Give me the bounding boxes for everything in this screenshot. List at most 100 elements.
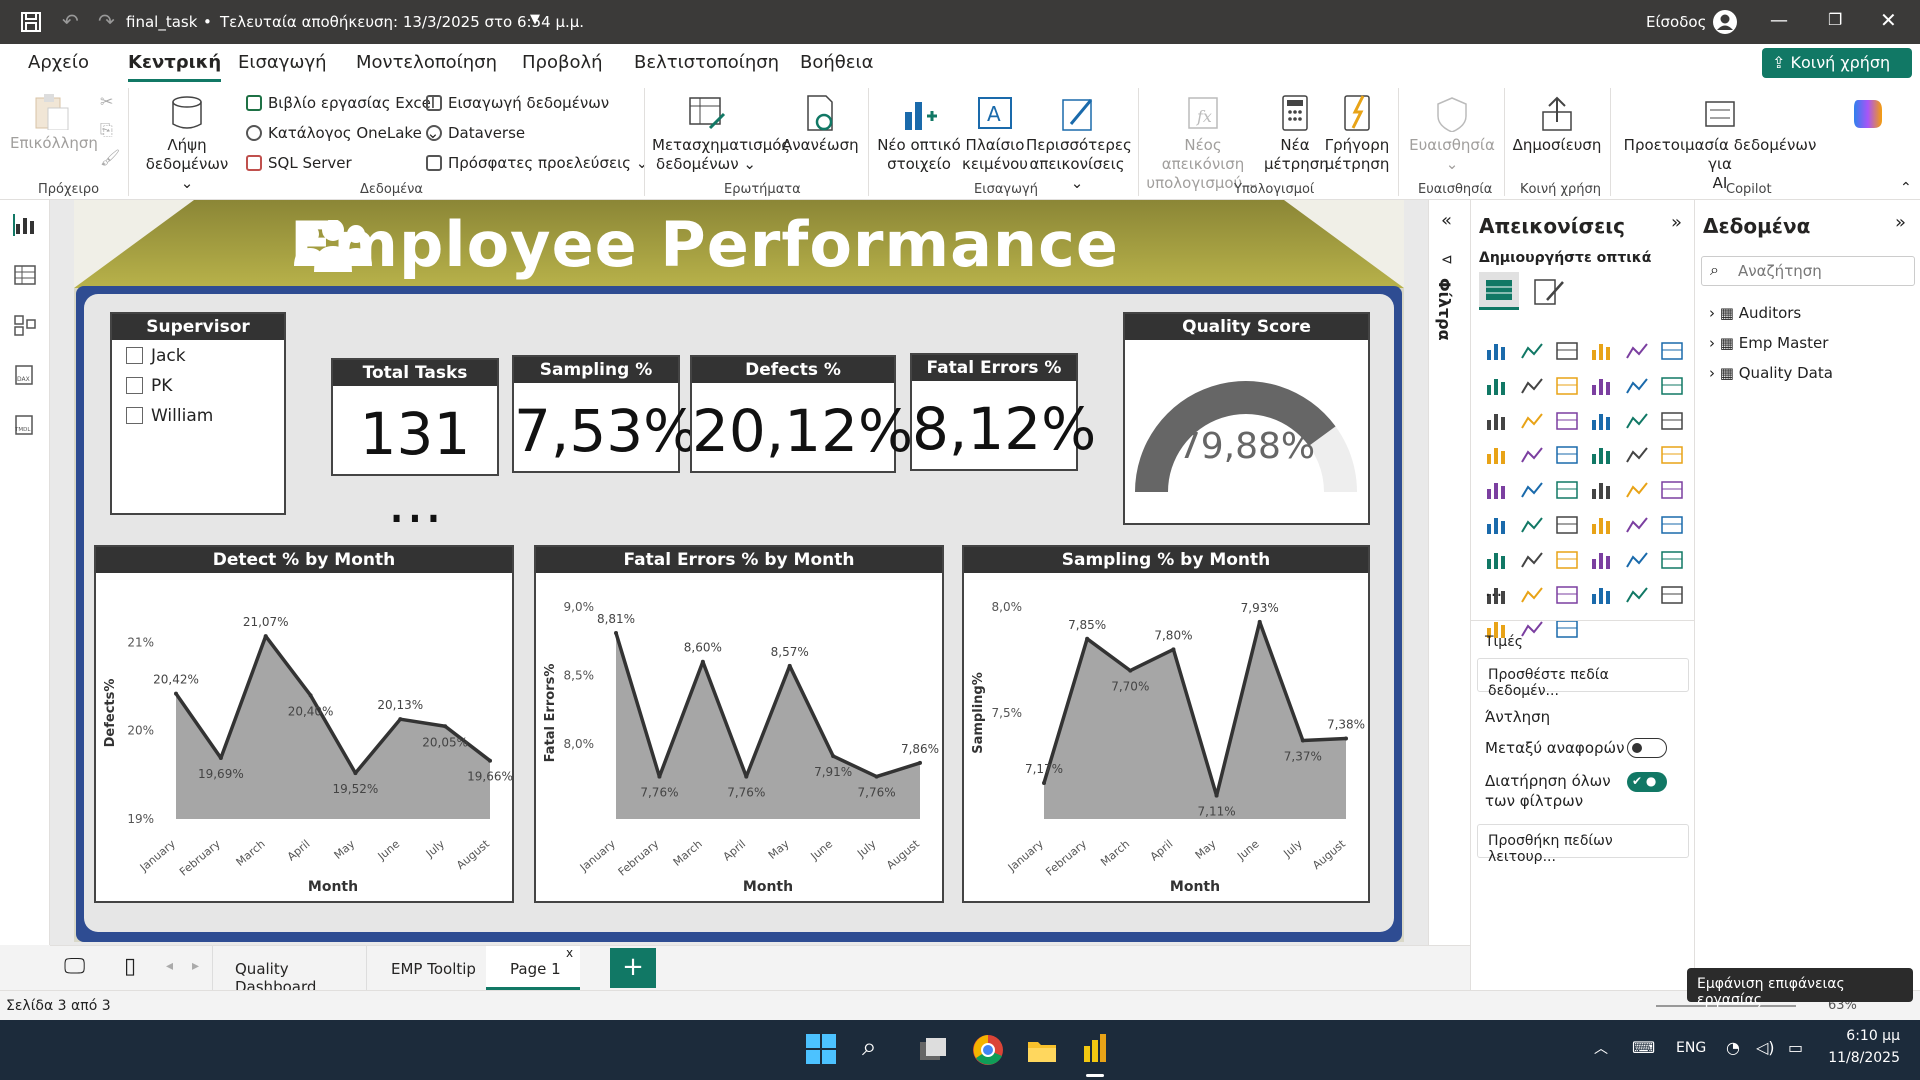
- visual-type-icon[interactable]: [1625, 375, 1649, 397]
- visual-type-icon[interactable]: [1485, 444, 1509, 466]
- data-point[interactable]: [1257, 619, 1262, 624]
- copy-icon[interactable]: ⎘: [100, 120, 113, 140]
- visual-type-icon[interactable]: [1625, 410, 1649, 432]
- tab-modeling[interactable]: Μοντελοποίηση: [356, 52, 497, 73]
- visual-type-icon[interactable]: [1625, 549, 1649, 571]
- visual-type-icon[interactable]: [1520, 375, 1544, 397]
- table-view-icon[interactable]: [13, 264, 37, 286]
- visual-type-icon[interactable]: [1660, 444, 1684, 466]
- cross-report-toggle[interactable]: [1627, 738, 1667, 758]
- data-point[interactable]: [218, 756, 223, 761]
- visual-type-icon[interactable]: [1660, 479, 1684, 501]
- clock-date[interactable]: 11/8/2025: [1816, 1050, 1900, 1066]
- dax-query-icon[interactable]: DAX: [13, 364, 37, 386]
- desktop-layout-icon[interactable]: 🖵: [64, 954, 85, 979]
- chart-fatal-errors-by-month[interactable]: Fatal Errors % by Month 8,0% 8,5% 9,0% 8,81…: [534, 545, 944, 903]
- collapse-ribbon-icon[interactable]: ⌃: [1900, 180, 1912, 196]
- close-button[interactable]: ✕: [1880, 8, 1897, 32]
- table-emp-master[interactable]: › ▦ Emp Master: [1709, 334, 1828, 352]
- page-tab[interactable]: EMP Tooltip: [366, 946, 486, 990]
- data-point[interactable]: [353, 771, 358, 776]
- visual-type-icon[interactable]: [1625, 479, 1649, 501]
- visual-type-icon[interactable]: [1485, 375, 1509, 397]
- sign-in-button[interactable]: Είσοδος: [1646, 13, 1706, 31]
- more-visuals-link[interactable]: ...: [1485, 580, 1502, 601]
- data-point[interactable]: [874, 774, 879, 779]
- tab-optimize[interactable]: Βελτιστοποίηση: [634, 52, 779, 73]
- visual-type-icon[interactable]: [1660, 584, 1684, 606]
- data-point[interactable]: [443, 724, 448, 729]
- drillthrough-well[interactable]: Προσθήκη πεδίων λειτουρ...: [1477, 824, 1689, 865]
- quick-measure-button[interactable]: Γρήγορη μέτρηση: [1324, 94, 1390, 174]
- data-point[interactable]: [1171, 647, 1176, 652]
- visual-type-icon[interactable]: [1520, 340, 1544, 362]
- data-point[interactable]: [1344, 736, 1348, 741]
- visual-type-icon[interactable]: [1485, 514, 1509, 536]
- visual-type-icon[interactable]: [1660, 514, 1684, 536]
- sql-server-button[interactable]: SQL Server: [246, 154, 352, 172]
- data-point[interactable]: [1214, 793, 1219, 798]
- account-icon[interactable]: [1712, 9, 1738, 35]
- add-page-button[interactable]: +: [610, 948, 656, 988]
- data-point[interactable]: [1300, 738, 1305, 743]
- slicer-item-jack[interactable]: Jack: [126, 346, 186, 366]
- data-point[interactable]: [831, 754, 836, 759]
- visual-type-icon[interactable]: [1625, 514, 1649, 536]
- format-painter-icon[interactable]: 🖌: [100, 148, 120, 167]
- page-tab[interactable]: Quality Dashboard: [212, 946, 366, 996]
- data-search-box[interactable]: ⌕ Αναζήτηση: [1701, 256, 1915, 286]
- visual-type-icon[interactable]: [1625, 584, 1649, 606]
- data-point[interactable]: [308, 693, 313, 698]
- visual-type-icon[interactable]: [1520, 618, 1544, 640]
- refresh-button[interactable]: Ανανέωση: [782, 94, 859, 155]
- visual-type-icon[interactable]: [1485, 479, 1509, 501]
- format-visual-icon[interactable]: [1533, 276, 1565, 306]
- visual-type-icon[interactable]: [1555, 549, 1579, 571]
- visual-type-icon[interactable]: [1625, 444, 1649, 466]
- model-view-icon[interactable]: [13, 314, 37, 336]
- kpi-fatal-errors[interactable]: Fatal Errors % 8,12%: [910, 353, 1096, 471]
- tab-insert[interactable]: Εισαγωγή: [238, 52, 327, 73]
- publish-button[interactable]: Δημοσίευση: [1508, 94, 1606, 155]
- redo-icon[interactable]: ↷: [98, 9, 115, 33]
- cut-icon[interactable]: ✂: [100, 92, 113, 111]
- visual-type-icon[interactable]: [1520, 584, 1544, 606]
- filters-pane-collapsed[interactable]: « Φίλτρα ⊲: [1428, 200, 1470, 945]
- get-data-button[interactable]: Λήψη δεδομένων ⌄: [140, 94, 234, 193]
- windows-start-icon[interactable]: [806, 1034, 836, 1064]
- data-point[interactable]: [657, 774, 662, 779]
- data-point[interactable]: [174, 691, 178, 696]
- visual-type-icon[interactable]: [1485, 410, 1509, 432]
- excel-workbook-button[interactable]: Βιβλίο εργασίας Excel: [246, 94, 435, 112]
- transform-data-button[interactable]: Μετασχηματισμός δεδομένων ⌄: [652, 94, 790, 174]
- kpi-defects[interactable]: Defects % 20,12%: [690, 355, 913, 473]
- data-point[interactable]: [488, 758, 492, 763]
- data-point[interactable]: [1085, 636, 1090, 641]
- visual-type-icon[interactable]: [1485, 340, 1509, 362]
- paste-button[interactable]: Επικόλληση: [10, 92, 98, 153]
- share-button[interactable]: ⇪ Κοινή χρήση ⌄: [1762, 48, 1912, 91]
- tab-file[interactable]: Αρχείο: [28, 52, 89, 73]
- power-bi-icon[interactable]: [1080, 1032, 1110, 1064]
- copilot-prep-button[interactable]: Προετοιμασία δεδομένων για AI: [1614, 94, 1826, 193]
- kpi-total-tasks[interactable]: Total Tasks 131 ...: [331, 358, 499, 536]
- visual-type-icon[interactable]: [1555, 340, 1579, 362]
- file-explorer-icon[interactable]: [1026, 1036, 1058, 1064]
- language-indicator[interactable]: ENG: [1676, 1040, 1706, 1056]
- visual-type-icon[interactable]: [1590, 549, 1614, 571]
- visual-type-icon[interactable]: [1520, 549, 1544, 571]
- checkbox[interactable]: [126, 347, 143, 364]
- dataverse-button[interactable]: Dataverse: [426, 124, 525, 142]
- visual-type-icon[interactable]: [1555, 410, 1579, 432]
- new-measure-button[interactable]: Νέα μέτρηση: [1264, 94, 1329, 174]
- recent-sources-button[interactable]: Πρόσφατες προελεύσεις ⌄: [426, 154, 648, 172]
- close-tab-icon[interactable]: x: [566, 946, 573, 960]
- quality-score-gauge[interactable]: Quality Score 79,88%: [1123, 312, 1370, 525]
- more-visuals-button[interactable]: Περισσότερες απεικονίσεις ⌄: [1026, 94, 1132, 193]
- visual-type-icon[interactable]: [1555, 479, 1579, 501]
- visual-type-icon[interactable]: [1520, 514, 1544, 536]
- text-box-button[interactable]: A Πλαίσιο κειμένου: [962, 94, 1028, 174]
- battery-icon[interactable]: ▭: [1788, 1038, 1803, 1057]
- visual-type-icon[interactable]: [1590, 410, 1614, 432]
- visual-type-icon[interactable]: [1555, 584, 1579, 606]
